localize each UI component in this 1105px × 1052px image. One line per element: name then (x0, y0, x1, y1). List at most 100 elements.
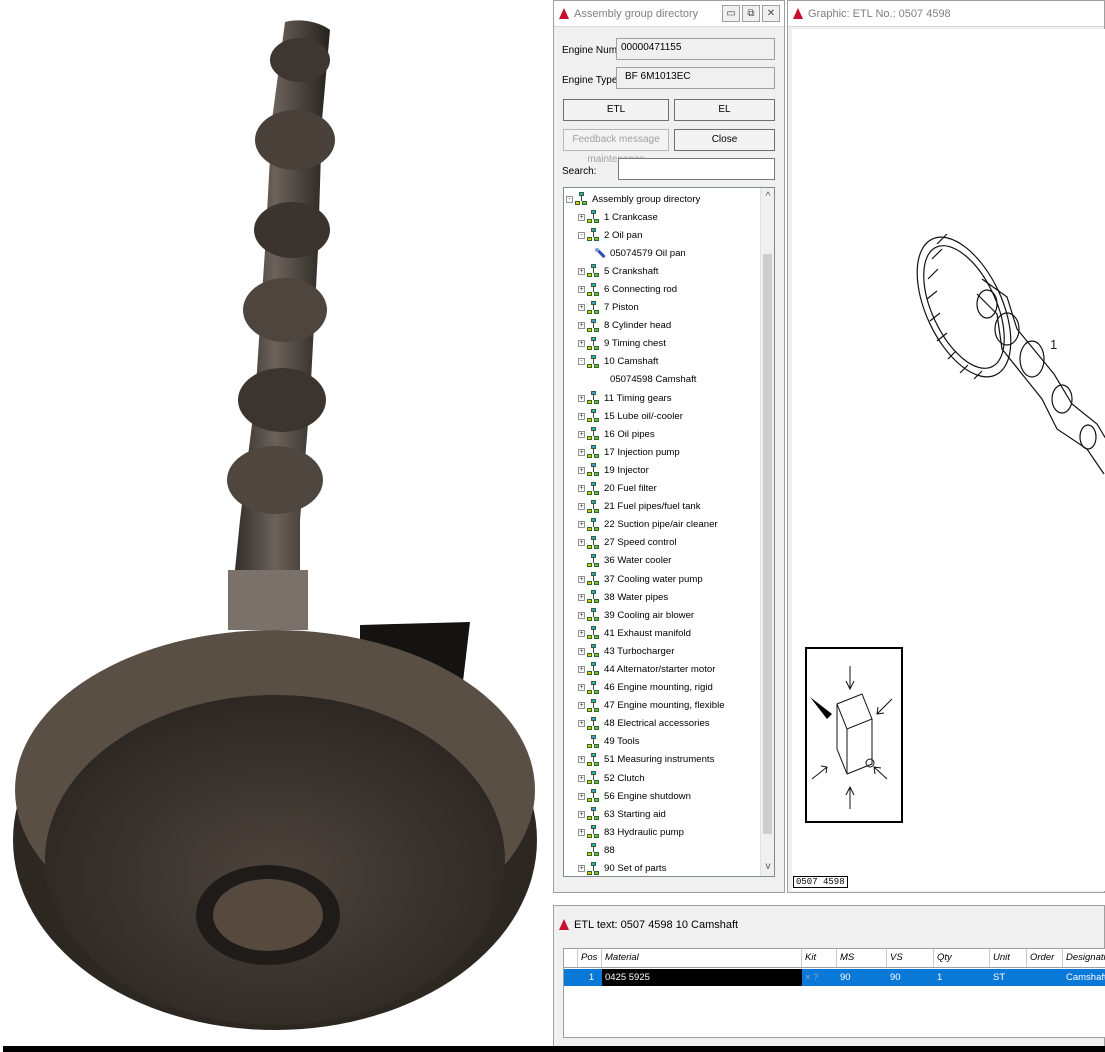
tree-item-label: 49 Tools (604, 736, 640, 748)
tree-item[interactable]: +46 Engine mounting, rigid (564, 679, 760, 697)
expand-icon[interactable]: + (578, 865, 585, 873)
collapse-icon[interactable]: - (578, 231, 585, 239)
scroll-down-arrow-icon[interactable]: v (761, 860, 774, 874)
tree-item[interactable]: +44 Alternator/starter motor (564, 660, 760, 678)
close-button[interactable]: Close (674, 129, 775, 151)
tree-item[interactable]: +20 Fuel filter (564, 480, 760, 498)
tree-item[interactable]: +6 Connecting rod (564, 280, 760, 298)
tree-item[interactable]: +56 Engine shutdown (564, 787, 760, 805)
expand-icon[interactable]: + (578, 503, 585, 511)
maximize-button[interactable]: ⧉ (742, 5, 760, 22)
etl-button[interactable]: ETL (563, 99, 669, 121)
tree-item-label: 51 Measuring instruments (604, 754, 715, 766)
col-header-material[interactable]: Material (602, 949, 802, 967)
expand-icon[interactable]: + (578, 304, 585, 312)
expand-icon[interactable]: + (578, 593, 585, 601)
tree-item[interactable]: 36 Water cooler (564, 552, 760, 570)
expand-icon[interactable]: + (578, 702, 585, 710)
tree-item[interactable]: +17 Injection pump (564, 443, 760, 461)
graphic-canvas[interactable]: 1 0507 4598 (792, 29, 1105, 891)
expand-icon[interactable]: + (578, 448, 585, 456)
expand-icon[interactable]: + (578, 485, 585, 493)
tree-item[interactable]: +51 Measuring instruments (564, 751, 760, 769)
expand-icon[interactable]: + (578, 466, 585, 474)
tree-item[interactable]: +90 Set of parts (564, 859, 760, 876)
expand-icon[interactable]: + (578, 322, 585, 330)
expand-icon[interactable]: + (578, 810, 585, 818)
expand-icon[interactable]: + (578, 720, 585, 728)
tree-item[interactable]: +22 Suction pipe/air cleaner (564, 516, 760, 534)
tree-item[interactable]: - 10 Camshaft (564, 353, 760, 371)
tree-item[interactable]: +19 Injector (564, 461, 760, 479)
col-header-qty[interactable]: Qty (934, 949, 990, 967)
expand-icon[interactable]: + (578, 539, 585, 547)
expand-icon[interactable]: + (578, 394, 585, 402)
col-header-vs[interactable]: VS (887, 949, 934, 967)
tree-root[interactable]: - Assembly group directory (564, 190, 760, 208)
close-window-button[interactable]: ✕ (762, 5, 780, 22)
expand-icon[interactable]: + (578, 286, 585, 294)
col-header-order[interactable]: Order (1027, 949, 1063, 967)
tree-item[interactable]: +39 Cooling air blower (564, 606, 760, 624)
tree-item[interactable]: +15 Lube oil/-cooler (564, 407, 760, 425)
expand-icon[interactable]: + (578, 684, 585, 692)
expand-icon[interactable]: + (578, 647, 585, 655)
minimize-button[interactable]: ▭ (722, 5, 740, 22)
assembly-group-icon (587, 354, 600, 369)
expand-icon[interactable]: + (578, 828, 585, 836)
expand-icon[interactable]: + (578, 774, 585, 782)
collapse-icon[interactable]: - (578, 358, 585, 366)
tree-item[interactable]: +7 Piston (564, 299, 760, 317)
table-row[interactable]: 1 0425 5925 × ? 90 90 1 ST Camshaft (564, 969, 1105, 986)
expand-icon[interactable]: + (578, 412, 585, 420)
tree-item[interactable]: +47 Engine mounting, flexible (564, 697, 760, 715)
col-header-pos[interactable]: Pos (578, 949, 602, 967)
col-header-kit[interactable]: Kit (802, 949, 837, 967)
tree-item[interactable]: +16 Oil pipes (564, 425, 760, 443)
expand-icon[interactable]: + (578, 521, 585, 529)
tree-item[interactable]: +1 Crankcase (564, 208, 760, 226)
drawing-number-label: 0507 4598 (793, 876, 848, 888)
expand-icon[interactable]: + (578, 611, 585, 619)
expand-icon[interactable]: + (578, 213, 585, 221)
expand-icon[interactable]: + (578, 756, 585, 764)
tree-item[interactable]: +43 Turbocharger (564, 642, 760, 660)
tree-item[interactable]: 88 (564, 841, 760, 859)
search-input[interactable] (618, 158, 775, 180)
tree-item[interactable]: +9 Timing chest (564, 335, 760, 353)
tree-item[interactable]: +83 Hydraulic pump (564, 823, 760, 841)
expand-icon[interactable]: + (578, 575, 585, 583)
tree-item[interactable]: 05074598 Camshaft (564, 371, 760, 389)
scroll-up-arrow-icon[interactable]: ^ (761, 190, 774, 204)
tree-item[interactable]: +21 Fuel pipes/fuel tank (564, 498, 760, 516)
tree-item[interactable]: +37 Cooling water pump (564, 570, 760, 588)
cell-material[interactable]: 0425 5925 (602, 969, 802, 986)
tree-item[interactable]: +63 Starting aid (564, 805, 760, 823)
tree-item[interactable]: +27 Speed control (564, 534, 760, 552)
tree-item[interactable]: +8 Cylinder head (564, 317, 760, 335)
col-header-ms[interactable]: MS (837, 949, 887, 967)
tree-item[interactable]: +11 Timing gears (564, 389, 760, 407)
tree-item[interactable]: +52 Clutch (564, 769, 760, 787)
tree-item[interactable]: +48 Electrical accessories (564, 715, 760, 733)
col-header-designation[interactable]: Designation (e (1063, 949, 1105, 967)
col-header-unit[interactable]: Unit (990, 949, 1027, 967)
expand-icon[interactable]: + (578, 267, 585, 275)
feedback-maintenance-button[interactable]: Feedback message maintenance (563, 129, 669, 165)
tree-item[interactable]: +5 Crankshaft (564, 262, 760, 280)
expand-icon[interactable]: + (578, 340, 585, 348)
expand-icon[interactable]: + (578, 430, 585, 438)
tree-item[interactable]: +41 Exhaust manifold (564, 624, 760, 642)
collapse-icon[interactable]: - (566, 195, 573, 203)
tree-vertical-scrollbar[interactable]: ^ v (760, 188, 774, 876)
assembly-group-icon (587, 427, 600, 441)
tree-part-item[interactable]: 05074579 Oil pan (564, 244, 760, 262)
el-button[interactable]: EL (674, 99, 775, 121)
tree-item[interactable]: 49 Tools (564, 733, 760, 751)
expand-icon[interactable]: + (578, 792, 585, 800)
tree-item[interactable]: - 2 Oil pan (564, 226, 760, 244)
expand-icon[interactable]: + (578, 629, 585, 637)
tree-item[interactable]: +38 Water pipes (564, 588, 760, 606)
expand-icon[interactable]: + (578, 665, 585, 673)
scroll-thumb[interactable] (763, 254, 772, 834)
